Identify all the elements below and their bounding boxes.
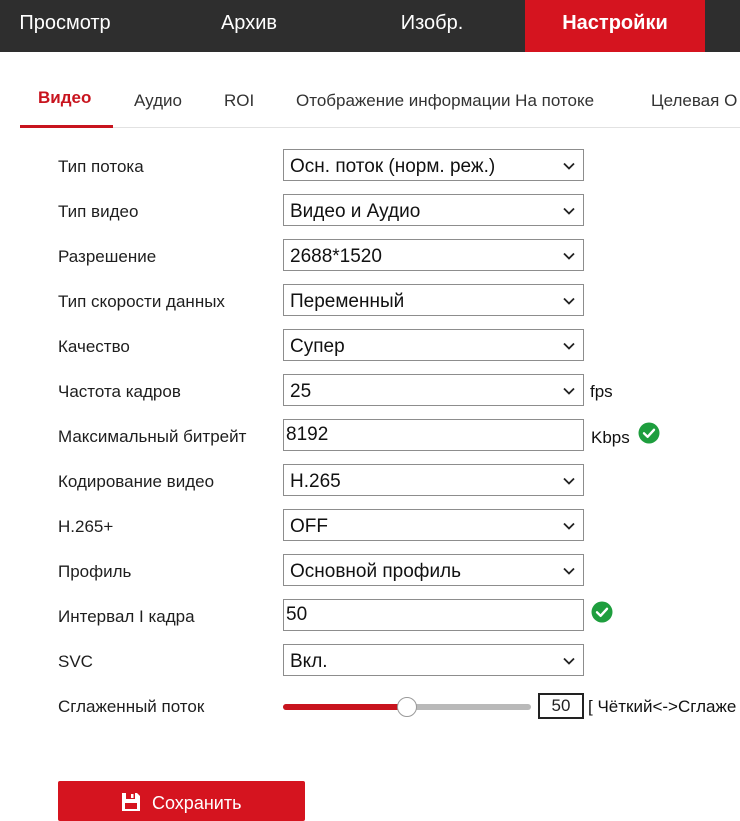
row-stream-type: Тип потока Осн. поток (норм. реж.) <box>0 149 740 183</box>
row-bitrate-type: Тип скорости данных Переменный <box>0 284 740 318</box>
row-video-encoding: Кодирование видео H.265 <box>0 464 740 498</box>
save-button[interactable]: Сохранить <box>58 781 305 821</box>
row-svc: SVC Вкл. <box>0 644 740 678</box>
profile-label: Профиль <box>58 562 132 581</box>
svc-label: SVC <box>58 652 93 671</box>
video-type-label: Тип видео <box>58 202 139 221</box>
video-type-value: Видео и Аудио <box>290 201 421 222</box>
i-frame-interval-label: Интервал I кадра <box>58 607 195 626</box>
chevron-down-icon <box>563 657 575 665</box>
tab-target-crop[interactable]: Целевая О <box>651 91 737 111</box>
row-video-type: Тип видео Видео и Аудио <box>0 194 740 228</box>
chevron-down-icon <box>563 477 575 485</box>
video-type-select[interactable]: Видео и Аудио <box>283 194 584 226</box>
quality-value: Супер <box>290 336 345 357</box>
max-bitrate-unit: Kbps <box>591 428 630 447</box>
chevron-down-icon <box>563 162 575 170</box>
max-bitrate-input-box <box>283 419 584 451</box>
h265-plus-select[interactable]: OFF <box>283 509 584 541</box>
video-encoding-select[interactable]: H.265 <box>283 464 584 496</box>
row-resolution: Разрешение 2688*1520 <box>0 239 740 273</box>
check-circle-icon <box>638 422 660 444</box>
smoothing-value-box[interactable]: 50 <box>538 693 584 719</box>
top-navigation: Просмотр Архив Изобр. Настройки <box>0 0 740 52</box>
tab-osd-on-stream[interactable]: Отображение информации На потоке <box>296 91 594 111</box>
row-h265-plus: H.265+ OFF <box>0 509 740 543</box>
frame-rate-value: 25 <box>290 381 312 402</box>
row-quality: Качество Супер <box>0 329 740 363</box>
row-max-bitrate: Максимальный битрейт Kbps <box>0 419 740 453</box>
floppy-disk-icon <box>122 793 140 811</box>
tabs-divider <box>20 127 740 128</box>
max-bitrate-input[interactable] <box>284 420 583 450</box>
i-frame-interval-input[interactable] <box>284 600 583 630</box>
smoothing-slider[interactable] <box>283 697 531 717</box>
stream-type-label: Тип потока <box>58 157 144 176</box>
smoothing-slider-fill <box>283 704 407 710</box>
frame-rate-unit: fps <box>590 382 613 401</box>
max-bitrate-label: Максимальный битрейт <box>58 427 247 446</box>
chevron-down-icon <box>563 342 575 350</box>
chevron-down-icon <box>563 567 575 575</box>
frame-rate-select[interactable]: 25 <box>283 374 584 406</box>
smoothing-hint: [ Чёткий<->Сглаже <box>588 697 737 716</box>
resolution-value: 2688*1520 <box>290 246 382 267</box>
smoothing-label: Сглаженный поток <box>58 697 205 716</box>
video-encoding-label: Кодирование видео <box>58 472 215 491</box>
stream-type-select[interactable]: Осн. поток (норм. реж.) <box>283 149 584 181</box>
active-tab-indicator <box>20 125 113 128</box>
nav-item-playback[interactable]: Архив <box>184 0 314 52</box>
tab-audio[interactable]: Аудио <box>134 91 182 111</box>
check-circle-icon <box>591 601 613 623</box>
nav-item-image[interactable]: Изобр. <box>367 0 497 52</box>
chevron-down-icon <box>563 297 575 305</box>
i-frame-interval-input-box <box>283 599 584 631</box>
bitrate-type-label: Тип скорости данных <box>58 292 225 311</box>
sub-tabs: Видео Аудио ROI Отображение информации Н… <box>0 52 740 128</box>
quality-label: Качество <box>58 337 130 356</box>
svc-select[interactable]: Вкл. <box>283 644 584 676</box>
chevron-down-icon <box>563 522 575 530</box>
row-i-frame-interval: Интервал I кадра <box>0 599 740 633</box>
video-encoding-value: H.265 <box>290 471 341 492</box>
chevron-down-icon <box>563 387 575 395</box>
resolution-select[interactable]: 2688*1520 <box>283 239 584 271</box>
row-smoothing: Сглаженный поток 50 [ Чёткий<->Сглаже <box>0 689 740 723</box>
frame-rate-label: Частота кадров <box>58 382 181 401</box>
tab-video[interactable]: Видео <box>38 88 91 108</box>
svc-value: Вкл. <box>290 651 328 672</box>
tab-roi[interactable]: ROI <box>224 91 254 111</box>
nav-item-configuration[interactable]: Настройки <box>525 0 705 52</box>
smoothing-slider-handle[interactable] <box>397 697 417 717</box>
stream-type-value: Осн. поток (норм. реж.) <box>290 156 496 177</box>
bitrate-type-value: Переменный <box>290 291 405 312</box>
row-frame-rate: Частота кадров 25 fps <box>0 374 740 408</box>
chevron-down-icon <box>563 252 575 260</box>
h265-plus-value: OFF <box>290 516 328 537</box>
profile-select[interactable]: Основной профиль <box>283 554 584 586</box>
bitrate-type-select[interactable]: Переменный <box>283 284 584 316</box>
quality-select[interactable]: Супер <box>283 329 584 361</box>
save-button-label: Сохранить <box>152 793 242 813</box>
chevron-down-icon <box>563 207 575 215</box>
resolution-label: Разрешение <box>58 247 157 266</box>
nav-item-live-view[interactable]: Просмотр <box>0 0 130 52</box>
row-profile: Профиль Основной профиль <box>0 554 740 588</box>
profile-value: Основной профиль <box>290 561 462 582</box>
h265-plus-label: H.265+ <box>58 517 114 536</box>
